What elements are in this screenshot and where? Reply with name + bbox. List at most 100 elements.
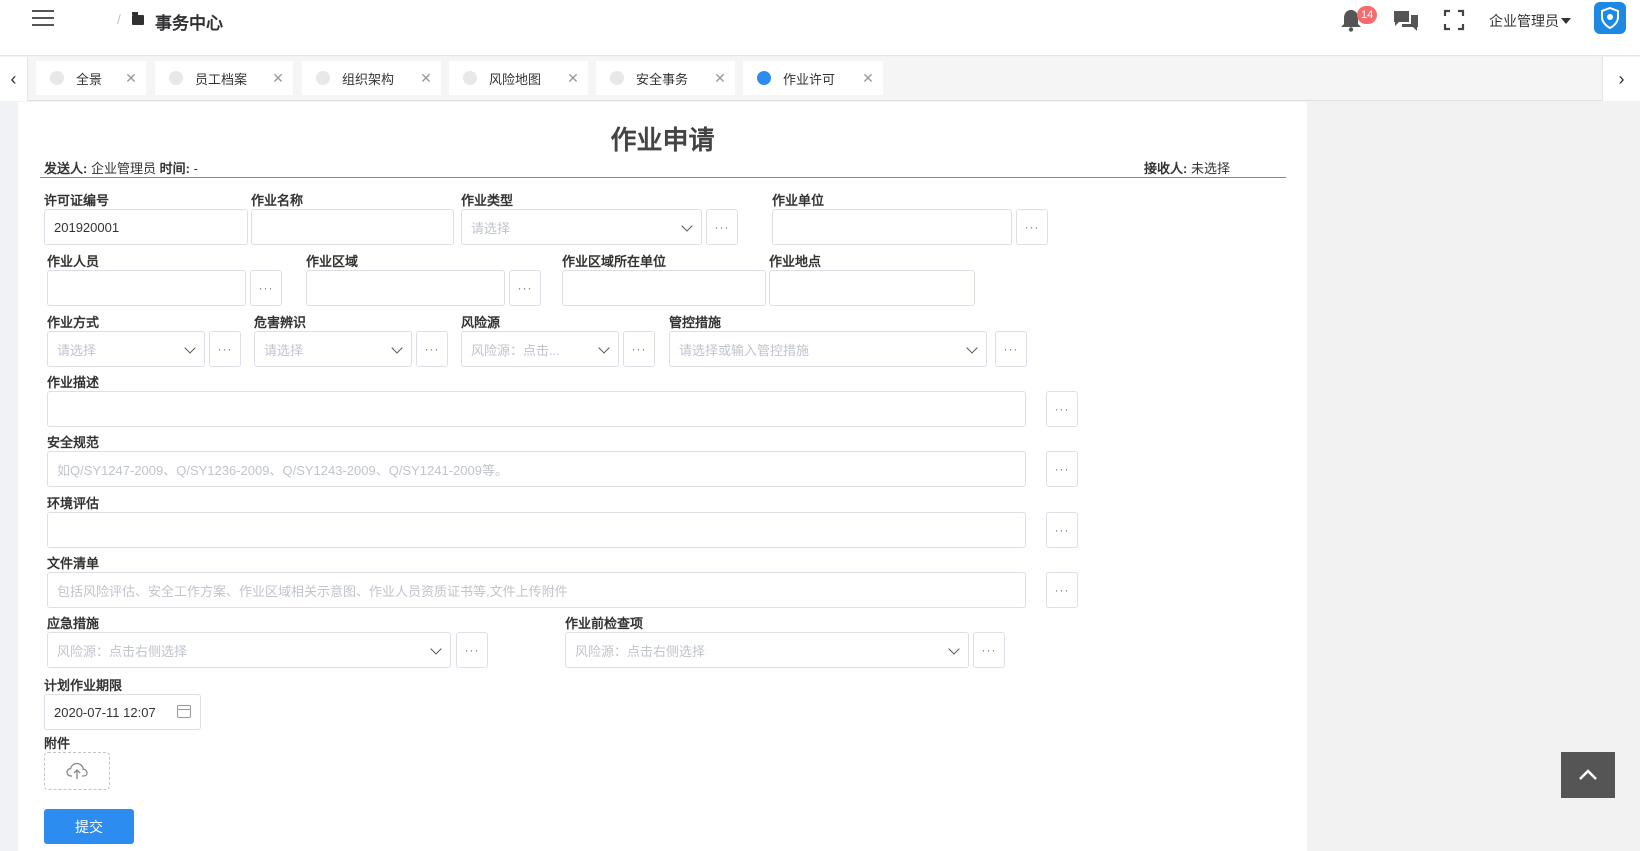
tab-employee-files[interactable]: 员工档案 ✕ [155,61,293,95]
tab-overview[interactable]: 全景 ✕ [36,61,146,95]
tabs-scroll-right-icon[interactable]: › [1602,57,1640,101]
job-method-more-button[interactable]: ··· [209,331,241,367]
close-icon[interactable]: ✕ [411,70,441,87]
avatar[interactable] [1594,2,1626,34]
folder-icon [132,12,144,25]
chevron-up-icon [1579,769,1597,780]
job-type-placeholder: 请选择 [471,220,511,236]
caret-down-icon[interactable] [1561,18,1571,24]
job-name-label: 作业名称 [251,193,304,208]
job-type-more-button[interactable]: ··· [706,209,738,245]
tab-status-dot [610,71,624,85]
plan-deadline-value: 2020-07-11 12:07 [54,704,156,720]
submit-button[interactable]: 提交 [44,809,134,844]
chevron-down-icon [184,342,196,354]
form-title: 作业申请 [610,125,715,155]
plan-deadline-label: 计划作业期限 [44,678,123,693]
job-area-more-button[interactable]: ··· [509,270,541,306]
top-header: / 事务中心 14 企业管理员 [0,0,1640,56]
pre-check-placeholder: 风险源：点击右侧选择 [575,643,706,659]
job-unit-more-button[interactable]: ··· [1016,209,1048,245]
job-description-more-button[interactable]: ··· [1046,391,1078,427]
job-location-input[interactable] [769,270,975,306]
job-name-input[interactable] [251,209,454,245]
job-method-select[interactable]: 请选择 [47,331,205,367]
hazard-id-more-button[interactable]: ··· [416,331,448,367]
time-label: 时间: [159,161,190,176]
upload-button[interactable] [44,752,110,790]
job-description-input[interactable] [47,391,1026,427]
control-measures-more-button[interactable]: ··· [995,331,1027,367]
tab-work-permit[interactable]: 作业许可 ✕ [743,61,883,95]
tab-safety-affairs[interactable]: 安全事务 ✕ [596,61,735,95]
close-icon[interactable]: ✕ [116,70,146,87]
hazard-id-select[interactable]: 请选择 [254,331,412,367]
safety-standard-input[interactable]: 如Q/SY1247-2009、Q/SY1236-2009、Q/SY1243-20… [47,451,1026,487]
control-measures-select[interactable]: 请选择或输入管控措施 [669,331,987,367]
tab-status-dot [169,71,183,85]
tab-risk-map[interactable]: 风险地图 ✕ [449,61,588,95]
hazard-id-placeholder: 请选择 [264,342,304,358]
tabs-bar: ‹ 全景 ✕ 员工档案 ✕ 组织架构 ✕ 风险地图 ✕ 安全事务 ✕ 作业许可 … [0,57,1640,101]
back-to-top-button[interactable] [1561,752,1615,798]
breadcrumb-title[interactable]: 事务中心 [155,9,223,34]
permit-no-input[interactable]: 201920001 [44,209,248,245]
safety-standard-more-button[interactable]: ··· [1046,451,1078,487]
job-personnel-input[interactable] [47,270,246,306]
pre-check-select[interactable]: 风险源：点击右侧选择 [565,632,969,668]
attachment-label: 附件 [44,736,71,751]
close-icon[interactable]: ✕ [705,70,735,87]
tabs-scroll-left-icon[interactable]: ‹ [0,57,28,101]
env-assessment-more-button[interactable]: ··· [1046,512,1078,548]
file-list-label: 文件清单 [47,556,100,571]
safety-standard-placeholder: 如Q/SY1247-2009、Q/SY1236-2009、Q/SY1243-20… [57,462,508,478]
emergency-more-button[interactable]: ··· [456,632,488,668]
pre-check-more-button[interactable]: ··· [973,632,1005,668]
chevron-down-icon [966,342,978,354]
sender-label: 发送人: [44,161,88,176]
tab-label: 全景 [76,71,103,87]
hazard-id-label: 危害辨识 [254,315,307,330]
tab-label: 组织架构 [342,71,395,87]
control-measures-placeholder: 请选择或输入管控措施 [679,342,810,358]
job-area-input[interactable] [306,270,505,306]
job-personnel-more-button[interactable]: ··· [250,270,282,306]
divider [40,177,1286,178]
pre-check-label: 作业前检查项 [565,616,644,631]
shield-icon [1601,6,1619,30]
risk-source-more-button[interactable]: ··· [623,331,655,367]
risk-source-select[interactable]: 风险源：点击... [461,331,619,367]
control-measures-label: 管控措施 [669,315,722,330]
bell-icon[interactable]: 14 [1340,6,1378,34]
plan-deadline-picker[interactable]: 2020-07-11 12:07 [44,694,201,730]
file-list-more-button[interactable]: ··· [1046,572,1078,608]
fullscreen-icon[interactable] [1443,9,1465,31]
chat-icon-svg [1394,11,1418,31]
hamburger-icon[interactable] [32,10,54,28]
emergency-label: 应急措施 [47,616,100,631]
job-location-label: 作业地点 [769,254,822,269]
emergency-select[interactable]: 风险源：点击右侧选择 [47,632,451,668]
tab-label: 风险地图 [489,71,542,87]
close-icon[interactable]: ✕ [558,70,588,87]
chevron-down-icon [948,643,960,655]
cloud-upload-icon [66,762,88,779]
tab-org-structure[interactable]: 组织架构 ✕ [302,61,441,95]
job-type-select[interactable]: 请选择 [461,209,702,245]
right-panel [1307,102,1640,851]
job-unit-input[interactable] [772,209,1012,245]
fullscreen-icon-svg [1443,9,1465,31]
form-card: 作业申请 发送人: 企业管理员 时间: - 接收人: 未选择 许可证编号 201… [18,102,1307,851]
close-icon[interactable]: ✕ [853,70,883,87]
safety-standard-label: 安全规范 [47,435,100,450]
area-unit-label: 作业区域所在单位 [562,254,667,269]
env-assessment-input[interactable] [47,512,1026,548]
chat-icon[interactable] [1393,9,1419,33]
file-list-input[interactable]: 包括风险评估、安全工作方案、作业区域相关示意图、作业人员资质证书等,文件上传附件 [47,572,1026,608]
risk-source-placeholder: 风险源：点击... [471,342,560,358]
area-unit-input[interactable] [562,270,766,306]
close-icon[interactable]: ✕ [263,70,293,87]
emergency-placeholder: 风险源：点击右侧选择 [57,643,188,659]
user-menu-name[interactable]: 企业管理员 [1489,11,1559,31]
receiver-value: 未选择 [1190,161,1230,176]
